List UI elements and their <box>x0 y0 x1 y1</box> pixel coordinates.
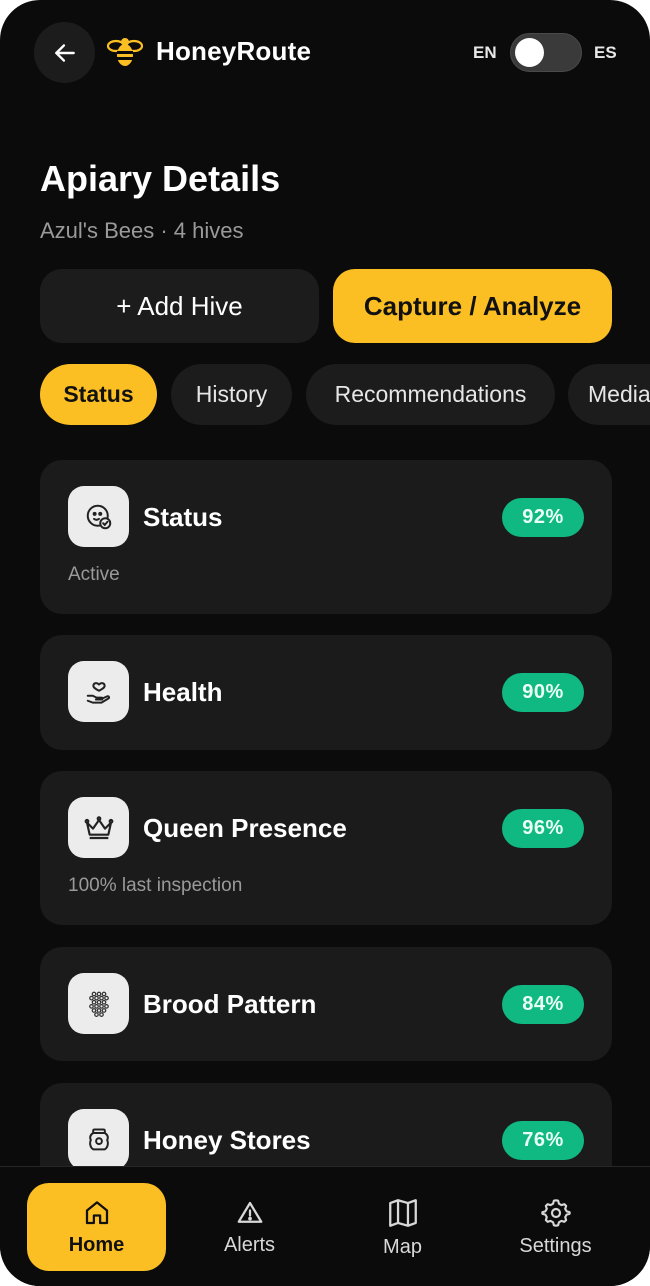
page-title: Apiary Details <box>40 158 281 199</box>
metric-card-health[interactable]: Health 90% <box>40 635 612 750</box>
metric-card-status[interactable]: Status 92% Active <box>40 460 612 614</box>
honeycomb-icon <box>88 991 109 1017</box>
score-badge: 90% <box>502 673 584 712</box>
hand-heart-icon <box>86 681 110 704</box>
capture-analyze-button[interactable]: Capture / Analyze <box>333 269 612 343</box>
nav-label: Map <box>383 1235 422 1258</box>
language-label-es: ES <box>594 43 617 62</box>
card-icon-box <box>68 797 129 858</box>
nav-map[interactable]: Map <box>333 1183 472 1271</box>
card-icon-box <box>68 661 129 722</box>
card-icon-box <box>68 1109 129 1170</box>
app-title: HoneyRoute <box>156 36 312 66</box>
nav-settings[interactable]: Settings <box>486 1183 625 1271</box>
toggle-knob <box>515 38 544 67</box>
bee-logo-icon <box>107 38 143 66</box>
arrow-left-icon <box>54 43 75 62</box>
page-subtitle: Azul's Bees · 4 hives <box>40 218 244 243</box>
card-title: Queen Presence <box>143 813 347 843</box>
score-badge: 76% <box>502 1121 584 1160</box>
nav-label: Home <box>68 1233 125 1256</box>
score-badge: 96% <box>502 809 584 848</box>
card-subtitle: 100% last inspection <box>68 875 243 896</box>
honey-jar-icon <box>88 1128 109 1150</box>
crown-icon <box>84 815 113 839</box>
app-header: HoneyRoute EN ES <box>0 0 650 110</box>
language-toggle[interactable] <box>510 33 582 72</box>
card-icon-box <box>68 486 129 547</box>
metric-card-queen-presence[interactable]: Queen Presence 96% 100% last inspection <box>40 771 612 925</box>
tab-media[interactable]: Media <box>568 364 650 425</box>
tab-status[interactable]: Status <box>40 364 157 425</box>
tab-bar: Status History Recommendations Media <box>40 364 650 425</box>
nav-label: Settings <box>519 1234 592 1257</box>
nav-label: Alerts <box>223 1233 276 1256</box>
metric-card-brood-pattern[interactable]: Brood Pattern 84% <box>40 947 612 1061</box>
nav-home[interactable]: Home <box>27 1183 166 1271</box>
app-screen: HoneyRoute EN ES Apiary Details Azul's B… <box>0 0 650 1286</box>
back-button[interactable] <box>34 22 95 83</box>
card-icon-box <box>68 973 129 1034</box>
language-label-en: EN <box>473 43 497 62</box>
card-title: Status <box>143 502 223 532</box>
home-icon <box>85 1200 108 1224</box>
card-title: Health <box>143 677 223 707</box>
tab-history[interactable]: History <box>171 364 292 425</box>
tab-recommendations[interactable]: Recommendations <box>306 364 555 425</box>
map-icon <box>388 1198 417 1227</box>
add-hive-button[interactable]: + Add Hive <box>40 269 319 343</box>
card-subtitle: Active <box>68 564 120 585</box>
card-title: Brood Pattern <box>143 989 317 1019</box>
card-title: Honey Stores <box>143 1125 311 1155</box>
alert-triangle-icon <box>237 1201 262 1223</box>
nav-alerts[interactable]: Alerts <box>180 1183 319 1271</box>
bottom-navigation: Home Alerts Map Settings <box>0 1166 650 1286</box>
gear-icon <box>540 1198 571 1227</box>
face-check-icon <box>86 504 111 529</box>
score-badge: 92% <box>502 498 584 537</box>
score-badge: 84% <box>502 985 584 1024</box>
